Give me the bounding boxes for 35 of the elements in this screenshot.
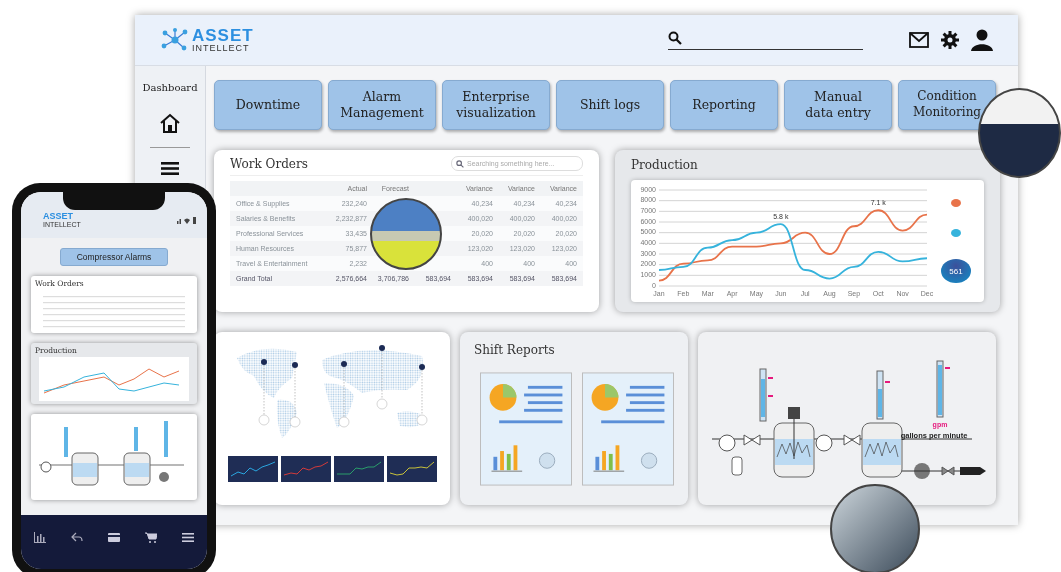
module-tile[interactable]: Downtime: [214, 80, 322, 130]
search-icon: [456, 159, 464, 168]
home-icon[interactable]: [159, 113, 181, 133]
logo-wordmark: ASSET: [43, 212, 74, 221]
logo-subtitle: INTELLECT: [192, 44, 251, 53]
card-title: Work Orders: [230, 156, 308, 171]
mini-chart-drawing: [333, 456, 384, 482]
cart-icon[interactable]: [145, 531, 158, 543]
search-field[interactable]: [668, 30, 863, 50]
count-badge: 561: [941, 259, 971, 283]
module-tile[interactable]: Shift logs: [556, 80, 664, 130]
module-tile[interactable]: Reporting: [670, 80, 778, 130]
module-tile[interactable]: Enterprise visualization: [442, 80, 550, 130]
user-icon[interactable]: [971, 29, 993, 51]
reply-icon[interactable]: [70, 532, 83, 542]
card-icon[interactable]: [107, 532, 120, 542]
card-title: Shift Reports: [474, 343, 555, 357]
module-tile[interactable]: Condition Monitoring: [898, 80, 996, 130]
card-title: Production: [631, 158, 699, 172]
mini-chart-drawing: [227, 456, 278, 482]
module-tile[interactable]: Manual data entry: [784, 80, 892, 130]
menu-icon[interactable]: [161, 162, 179, 175]
module-tile[interactable]: Alarm Management: [328, 80, 436, 130]
mini-chart-drawing: [386, 456, 437, 482]
mini-chart-drawing: [280, 456, 331, 482]
sidebar-item[interactable]: Dashboard: [142, 82, 198, 93]
settings-icon[interactable]: [941, 31, 959, 49]
mail-icon[interactable]: [909, 32, 929, 48]
compressor-alarms-button[interactable]: Compressor Alarms: [59, 248, 169, 266]
search-icon: [668, 30, 682, 45]
menu-icon[interactable]: [182, 532, 195, 542]
status-icons: [177, 216, 197, 224]
logo-wordmark: ASSET: [192, 27, 254, 44]
network-logo-icon: [160, 27, 190, 53]
bar-chart-icon[interactable]: [33, 531, 46, 543]
